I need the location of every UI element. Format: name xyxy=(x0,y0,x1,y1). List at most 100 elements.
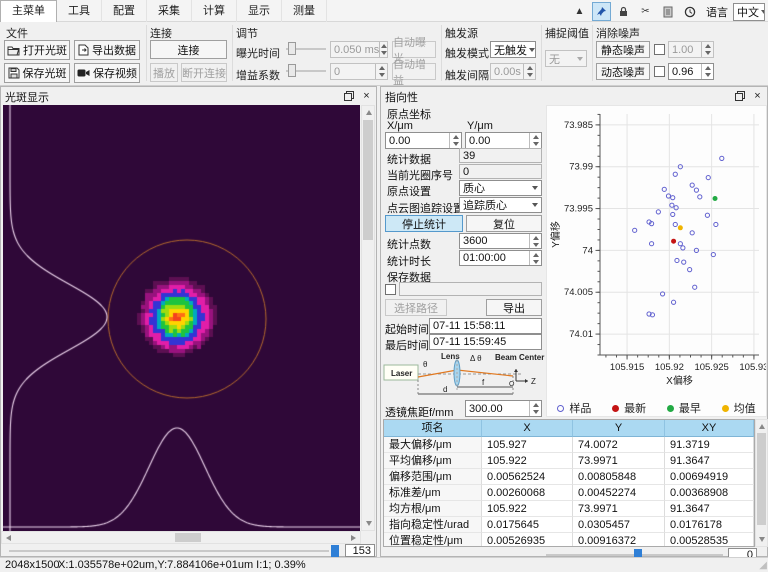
open-spot-button[interactable]: 打开光斑 xyxy=(4,40,70,60)
row-value-cell: 0.00562524 xyxy=(482,469,573,485)
stat-points-spinbox[interactable]: 3600 xyxy=(459,233,542,249)
origin-setting-select[interactable]: 质心 xyxy=(459,180,542,196)
menu-tab[interactable]: 显示 xyxy=(237,0,282,22)
export-data-button[interactable]: 导出数据 xyxy=(74,40,140,60)
table-header-cell[interactable]: Y xyxy=(573,420,665,437)
save-video-button[interactable]: 保存视频 xyxy=(74,63,140,83)
stat-duration-label: 统计时长 xyxy=(387,253,431,269)
static-noise-spinbox[interactable]: 1.00 xyxy=(668,41,714,58)
row-label-cell: 最大偏移/μm xyxy=(384,437,482,453)
table-header-cell[interactable]: XY xyxy=(665,420,754,437)
resize-grip[interactable]: ◢ xyxy=(759,558,767,572)
menu-tab[interactable]: 计算 xyxy=(192,0,237,22)
float-panel-button[interactable] xyxy=(341,88,356,103)
level-slider-thumb[interactable] xyxy=(331,545,339,557)
pointing-panel: 指向性 × 原点坐标 X/μm Y/μm 0.00 0.00 统计数据 39 当… xyxy=(380,86,768,557)
cut-button[interactable]: ✂ xyxy=(636,2,655,21)
spot-horizontal-scrollbar[interactable] xyxy=(1,531,361,544)
gain-slider[interactable] xyxy=(286,63,326,79)
auto-gain-button[interactable]: 自动增益 xyxy=(392,63,436,80)
choose-path-button[interactable]: 选择路径 xyxy=(385,299,447,316)
exposure-spinbox[interactable]: 0.050 ms xyxy=(330,41,388,58)
float-pointing-button[interactable] xyxy=(732,88,747,103)
menu-tab[interactable]: 配置 xyxy=(102,0,147,22)
threshold-select[interactable]: 无 xyxy=(545,50,587,67)
start-time-field[interactable]: 07-11 15:58:11 xyxy=(429,318,542,334)
trigger-mode-select[interactable]: 无触发 xyxy=(490,41,536,58)
origin-x-spinbox[interactable]: 0.00 xyxy=(385,132,462,149)
legend-label: 最新 xyxy=(624,400,646,416)
table-scrollbar[interactable] xyxy=(755,419,768,547)
legend-label: 均值 xyxy=(734,400,756,416)
clock-button[interactable] xyxy=(680,2,699,21)
choose-path-label: 选择路径 xyxy=(394,300,438,316)
legend-label: 最早 xyxy=(679,400,701,416)
connect-button[interactable]: 连接 xyxy=(150,40,227,59)
menu-tab[interactable]: 主菜单 xyxy=(0,0,57,24)
open-spot-label: 打开光斑 xyxy=(23,42,67,58)
statistics-table[interactable]: 项名XYXY最大偏移/μm105.92774.007291.3719平均偏移/μ… xyxy=(383,419,755,547)
dynamic-noise-spinbox[interactable]: 0.96 xyxy=(668,63,714,80)
exposure-slider[interactable] xyxy=(286,41,326,57)
static-noise-checkbox[interactable] xyxy=(654,44,665,55)
trigger-interval-value: 0.00s xyxy=(494,66,523,78)
export-data-label: 导出数据 xyxy=(92,42,136,58)
row-value-cell: 74.0072 xyxy=(573,437,665,453)
end-time-field[interactable]: 07-11 15:59:45 xyxy=(429,334,542,350)
row-value-cell: 0.00452274 xyxy=(573,485,665,501)
application-window: 主菜单工具配置采集计算显示测量 ▲ ✂ 语言 中文 文件 xyxy=(0,0,768,572)
play-button[interactable]: 播放 xyxy=(150,63,178,82)
menu-tab[interactable]: 测量 xyxy=(282,0,327,22)
stat-duration-spinbox[interactable]: 01:00:00 xyxy=(459,250,542,266)
beam-image[interactable] xyxy=(3,105,360,531)
dynamic-noise-label: 动态噪声 xyxy=(601,64,645,80)
language-label: 语言 xyxy=(706,4,728,20)
table-header-cell[interactable]: X xyxy=(482,420,573,437)
table-header-cell[interactable]: 项名 xyxy=(384,420,482,437)
dynamic-noise-button[interactable]: 动态噪声 xyxy=(596,63,650,80)
file-icon xyxy=(663,6,673,18)
row-value-cell: 0.00368908 xyxy=(665,485,754,501)
lock-button[interactable] xyxy=(614,2,633,21)
auto-gain-label: 自动增益 xyxy=(393,56,435,88)
floppy-icon xyxy=(8,67,20,79)
cloud-tracking-select[interactable]: 追踪质心 xyxy=(459,197,542,213)
close-pointing-button[interactable]: × xyxy=(750,88,765,103)
focal-length-spinbox[interactable]: 300.00 xyxy=(465,400,542,417)
disconnect-button[interactable]: 断开连接 xyxy=(181,63,227,82)
menu-tab[interactable]: 采集 xyxy=(147,0,192,22)
table-row: 指向稳定性/urad0.01756450.03054570.0176178 xyxy=(384,517,754,533)
video-camera-icon xyxy=(77,68,90,78)
collapse-toolbar-button[interactable]: ▲ xyxy=(570,2,589,21)
end-time-value: 07-11 15:59:45 xyxy=(433,336,506,348)
gain-spinbox[interactable]: 0 xyxy=(330,63,388,80)
row-value-cell: 0.00528535 xyxy=(665,533,754,547)
legend-item: 最新 xyxy=(612,400,646,416)
save-data-checkbox[interactable] xyxy=(385,284,396,295)
reset-button[interactable]: 复位 xyxy=(466,215,542,232)
stat-points-label: 统计点数 xyxy=(387,236,431,252)
table-row: 平均偏移/μm105.92273.997191.3647 xyxy=(384,453,754,469)
paste-button[interactable] xyxy=(658,2,677,21)
pin-button[interactable] xyxy=(592,2,611,21)
level-value-box[interactable]: 153 xyxy=(345,544,375,557)
stop-statistics-label: 停止统计 xyxy=(402,216,446,232)
save-path-field[interactable] xyxy=(399,282,542,296)
row-value-cell: 0.0305457 xyxy=(573,517,665,533)
trigger-interval-spinbox[interactable]: 0.00s xyxy=(490,63,536,80)
reset-label: 复位 xyxy=(493,216,515,232)
close-panel-button[interactable]: × xyxy=(359,88,374,103)
static-noise-button[interactable]: 静态噪声 xyxy=(596,41,650,58)
save-spot-button[interactable]: 保存光斑 xyxy=(4,63,70,83)
menu-tab[interactable]: 工具 xyxy=(57,0,102,22)
noise-group-label: 消除噪声 xyxy=(596,25,640,41)
dynamic-noise-checkbox[interactable] xyxy=(654,66,665,77)
svg-text:74: 74 xyxy=(582,245,593,256)
spot-vertical-scrollbar[interactable] xyxy=(361,105,375,531)
float-icon xyxy=(735,91,745,101)
language-select[interactable]: 中文 xyxy=(733,3,765,21)
stop-statistics-button[interactable]: 停止统计 xyxy=(385,215,463,232)
export-button[interactable]: 导出 xyxy=(486,299,542,316)
svg-text:X偏移: X偏移 xyxy=(666,374,693,387)
origin-y-spinbox[interactable]: 0.00 xyxy=(465,132,542,149)
